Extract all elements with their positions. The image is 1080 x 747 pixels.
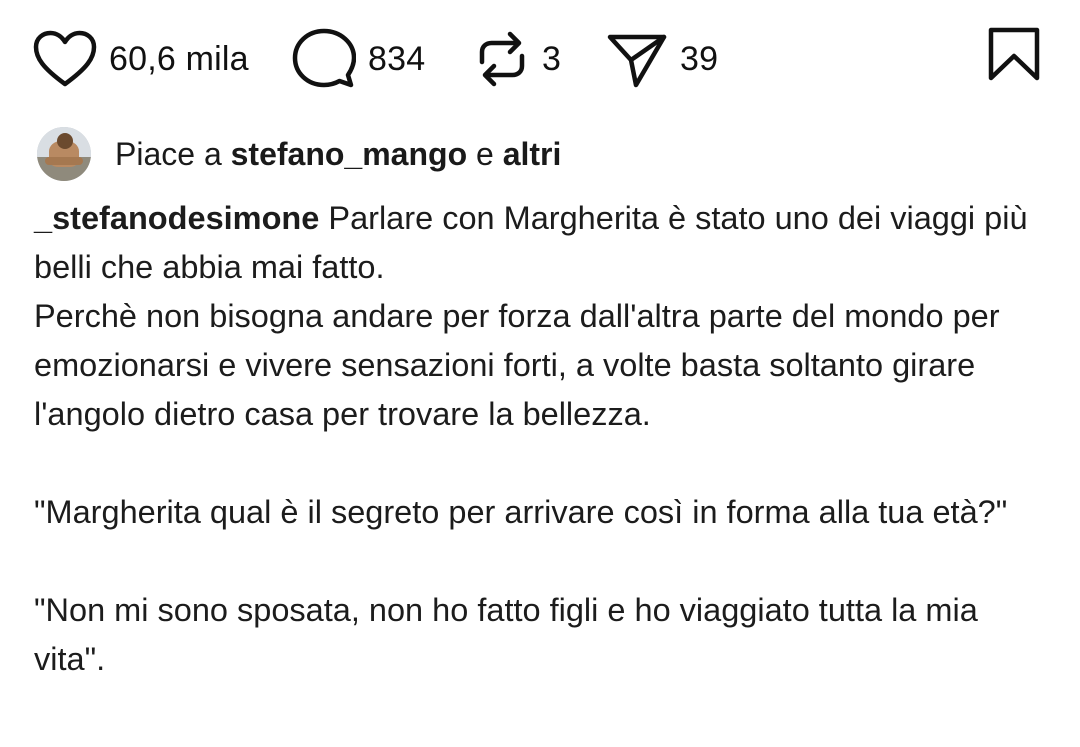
comment-bubble-icon [292, 28, 356, 90]
comment-button[interactable]: 834 [292, 24, 425, 94]
caption-username-link[interactable]: _stefanodesimone [34, 200, 319, 236]
caption-quote-1: "Margherita qual è il segreto per arriva… [34, 494, 1008, 530]
liked-by-row[interactable]: Piace a stefano_mango e altri [37, 126, 561, 182]
liked-by-others-link[interactable]: altri [503, 136, 562, 172]
liked-by-text: Piace a stefano_mango e altri [115, 136, 561, 173]
post-action-bar: 60,6 mila 834 3 39 [0, 0, 1080, 120]
comment-count: 834 [368, 39, 426, 78]
caption-text-line-2: Perchè non bisogna andare per forza dall… [34, 298, 1000, 432]
send-icon [606, 29, 668, 89]
like-button[interactable]: 60,6 mila [33, 24, 249, 94]
share-button[interactable]: 39 [606, 24, 718, 94]
repost-button[interactable]: 3 [474, 24, 561, 94]
bookmark-icon [985, 27, 1043, 88]
caption-paragraph-1: _stefanodesimone Parlare con Margherita … [34, 194, 1044, 292]
avatar[interactable] [37, 127, 91, 181]
caption-quote-2: "Non mi sono sposata, non ho fatto figli… [34, 592, 978, 677]
liked-by-prefix: Piace a [115, 135, 222, 172]
post-caption: _stefanodesimone Parlare con Margherita … [34, 194, 1044, 684]
share-count: 39 [680, 39, 719, 78]
heart-icon [33, 30, 97, 88]
repost-icon [474, 28, 530, 90]
like-count: 60,6 mila [109, 39, 249, 78]
save-button[interactable] [985, 26, 1043, 89]
liked-by-conjunction: e [476, 135, 494, 172]
repost-count: 3 [542, 39, 562, 78]
liked-by-user-link[interactable]: stefano_mango [231, 136, 467, 172]
